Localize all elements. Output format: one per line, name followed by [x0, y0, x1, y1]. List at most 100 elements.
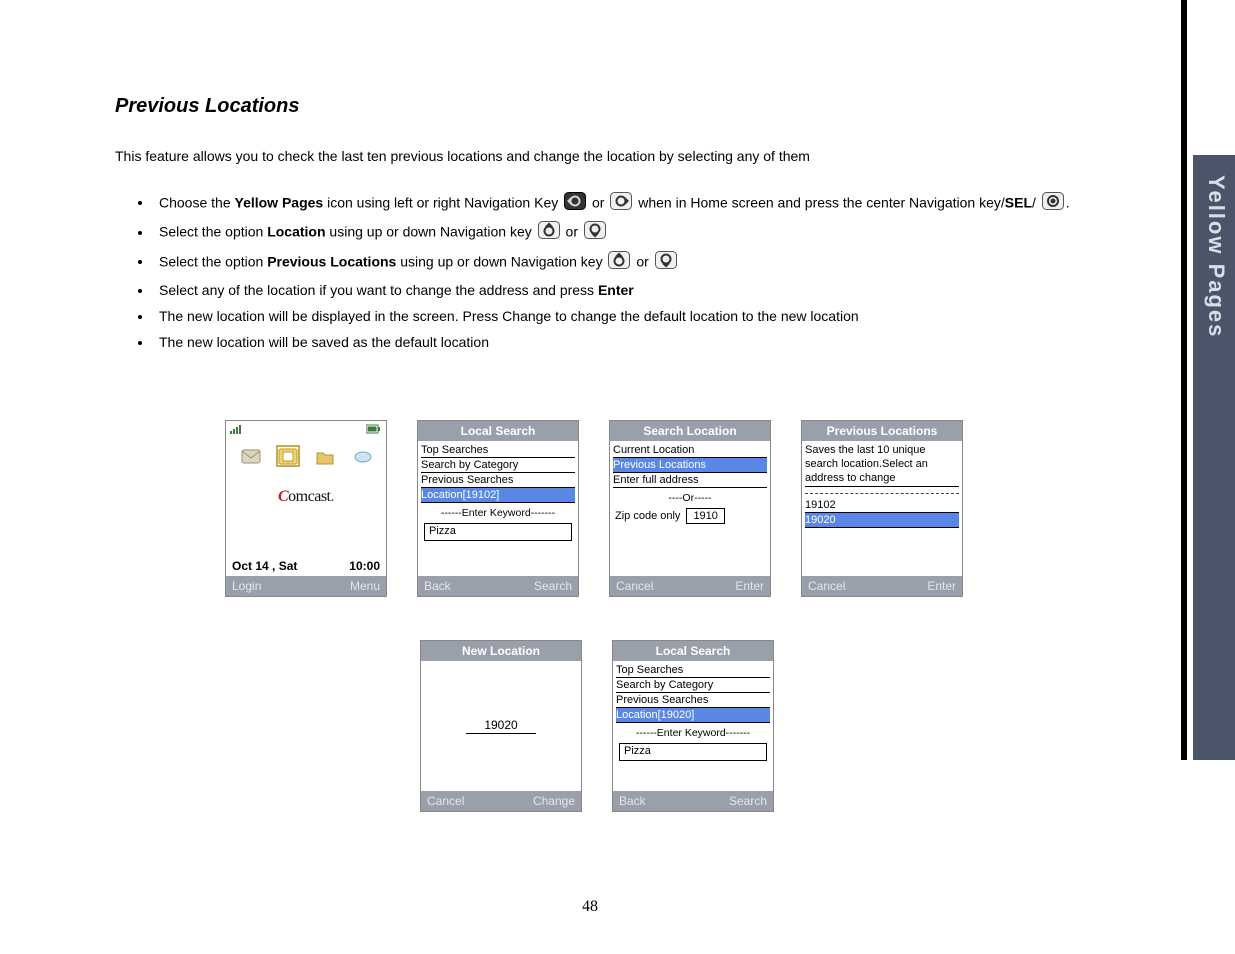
nl-title: New Location: [421, 641, 581, 661]
brand-rest: omcast: [288, 488, 330, 505]
nav-left-icon: [564, 192, 586, 215]
nl-soft-right[interactable]: Change: [533, 794, 575, 808]
ls1-soft-right[interactable]: Search: [534, 579, 572, 593]
sl-body: Current Location Previous Locations Ente…: [610, 441, 770, 555]
step-4: Select any of the location if you want t…: [153, 280, 1115, 300]
ls1-item-selected[interactable]: Location[19102]: [421, 488, 575, 503]
step-5: The new location will be displayed in th…: [153, 306, 1115, 326]
phone-previous-locations: Previous Locations Saves the last 10 uni…: [801, 420, 963, 597]
step-1-sel: SEL: [1005, 194, 1032, 210]
nl-softbar: Cancel Change: [421, 791, 581, 811]
side-tab-label: Yellow Pages: [1193, 175, 1229, 338]
home-soft-right[interactable]: Menu: [350, 579, 380, 593]
screens-row-1: Comcast. Oct 14 , Sat 10:00 Login Menu L…: [225, 420, 963, 597]
phone-new-location: New Location 19020 Cancel Change: [420, 640, 582, 812]
ls2-item-0[interactable]: Top Searches: [616, 663, 770, 678]
step-4-bold: Enter: [598, 282, 634, 298]
nl-soft-left[interactable]: Cancel: [427, 794, 464, 808]
ls1-item-0[interactable]: Top Searches: [421, 443, 575, 458]
home-time: 10:00: [349, 559, 380, 573]
sl-item-selected[interactable]: Previous Locations: [613, 458, 767, 473]
ls2-soft-right[interactable]: Search: [729, 794, 767, 808]
pl-separator: [805, 493, 959, 494]
sl-item-2[interactable]: Enter full address: [613, 473, 767, 488]
page-number: 48: [0, 898, 1180, 916]
ls1-item-2[interactable]: Previous Searches: [421, 473, 575, 488]
pl-body: Saves the last 10 unique search location…: [802, 441, 962, 567]
step-3-c: using up or down Navigation key: [396, 253, 606, 269]
home-date: Oct 14 , Sat: [232, 559, 297, 573]
pl-item-0[interactable]: 19102: [805, 498, 959, 513]
step-4-a: Select any of the location if you want t…: [159, 282, 598, 298]
ls1-hint: ------Enter Keyword-------: [421, 503, 575, 521]
step-3-a: Select the option: [159, 253, 267, 269]
nav-up-icon: [538, 221, 560, 244]
step-6: The new location will be saved as the de…: [153, 332, 1115, 352]
step-2-a: Select the option: [159, 224, 267, 240]
pl-soft-left[interactable]: Cancel: [808, 579, 845, 593]
home-soft-left[interactable]: Login: [232, 579, 261, 593]
weather-icon: [351, 446, 373, 466]
home-datetime: Oct 14 , Sat 10:00: [226, 559, 386, 576]
yellow-pages-icon: [277, 446, 299, 466]
step-2-or: or: [562, 224, 582, 240]
nav-right-icon: [610, 192, 632, 215]
sl-zip-input[interactable]: 1910: [686, 508, 724, 524]
step-3-or: or: [632, 253, 652, 269]
ls1-soft-left[interactable]: Back: [424, 579, 451, 593]
phone-home-screen: Comcast. Oct 14 , Sat 10:00 Login Menu: [225, 420, 387, 597]
nav-down-icon: [584, 221, 606, 244]
phone-local-search-2: Local Search Top Searches Search by Cate…: [612, 640, 774, 812]
nav-down-icon-2: [655, 251, 677, 274]
step-2: Select the option Location using up or d…: [153, 221, 1115, 244]
sl-item-0[interactable]: Current Location: [613, 443, 767, 458]
pl-soft-right[interactable]: Enter: [927, 579, 956, 593]
step-3: Select the option Previous Locations usi…: [153, 251, 1115, 274]
ls2-input[interactable]: Pizza: [619, 743, 767, 761]
step-2-c: using up or down Navigation key: [326, 224, 536, 240]
ls1-item-1[interactable]: Search by Category: [421, 458, 575, 473]
step-2-bold: Location: [267, 224, 325, 240]
step-1: Choose the Yellow Pages icon using left …: [153, 192, 1115, 215]
content: Previous Locations This feature allows y…: [115, 95, 1115, 359]
ls2-softbar: Back Search: [613, 791, 773, 811]
ls2-hint: ------Enter Keyword-------: [616, 723, 770, 741]
ls1-softbar: Back Search: [418, 576, 578, 596]
home-brand: Comcast.: [226, 488, 386, 506]
brand-c: C: [278, 488, 288, 505]
sl-zip-label: Zip code only: [615, 510, 680, 522]
ls2-soft-left[interactable]: Back: [619, 794, 646, 808]
ls2-item-1[interactable]: Search by Category: [616, 678, 770, 693]
pl-desc: Saves the last 10 unique search location…: [805, 443, 959, 487]
section-title: Previous Locations: [115, 95, 1115, 118]
phone-search-location: Search Location Current Location Previou…: [609, 420, 771, 597]
screens-row-2: New Location 19020 Cancel Change Local S…: [420, 640, 774, 812]
nav-center-icon: [1042, 192, 1064, 215]
home-softbar: Login Menu: [226, 576, 386, 596]
sl-title: Search Location: [610, 421, 770, 441]
step-1-text-d: when in Home screen and press the center…: [634, 194, 1004, 210]
page: Previous Locations This feature allows y…: [0, 0, 1180, 954]
home-status-bar: [226, 421, 386, 440]
step-1-period: .: [1066, 194, 1070, 210]
pl-softbar: Cancel Enter: [802, 576, 962, 596]
mail-icon: [240, 446, 262, 466]
step-3-bold: Previous Locations: [267, 253, 396, 269]
step-list: Choose the Yellow Pages icon using left …: [125, 192, 1115, 353]
phone-local-search-1: Local Search Top Searches Search by Cate…: [417, 420, 579, 597]
step-1-text-a: Choose the: [159, 194, 235, 210]
ls2-item-2[interactable]: Previous Searches: [616, 693, 770, 708]
battery-icon: [366, 424, 382, 438]
sl-soft-right[interactable]: Enter: [735, 579, 764, 593]
ls1-body: Top Searches Search by Category Previous…: [418, 441, 578, 555]
home-icon-row: [226, 440, 386, 470]
signal-icon: [230, 424, 244, 438]
nl-value[interactable]: 19020: [466, 718, 535, 734]
sl-or-hint: ----Or-----: [613, 488, 767, 506]
pl-item-selected[interactable]: 19020: [805, 513, 959, 528]
sl-soft-left[interactable]: Cancel: [616, 579, 653, 593]
nl-body: 19020: [421, 661, 581, 791]
ls1-input[interactable]: Pizza: [424, 523, 572, 541]
step-1-text-c: icon using left or right Navigation Key: [323, 194, 562, 210]
ls2-item-selected[interactable]: Location[19020]: [616, 708, 770, 723]
